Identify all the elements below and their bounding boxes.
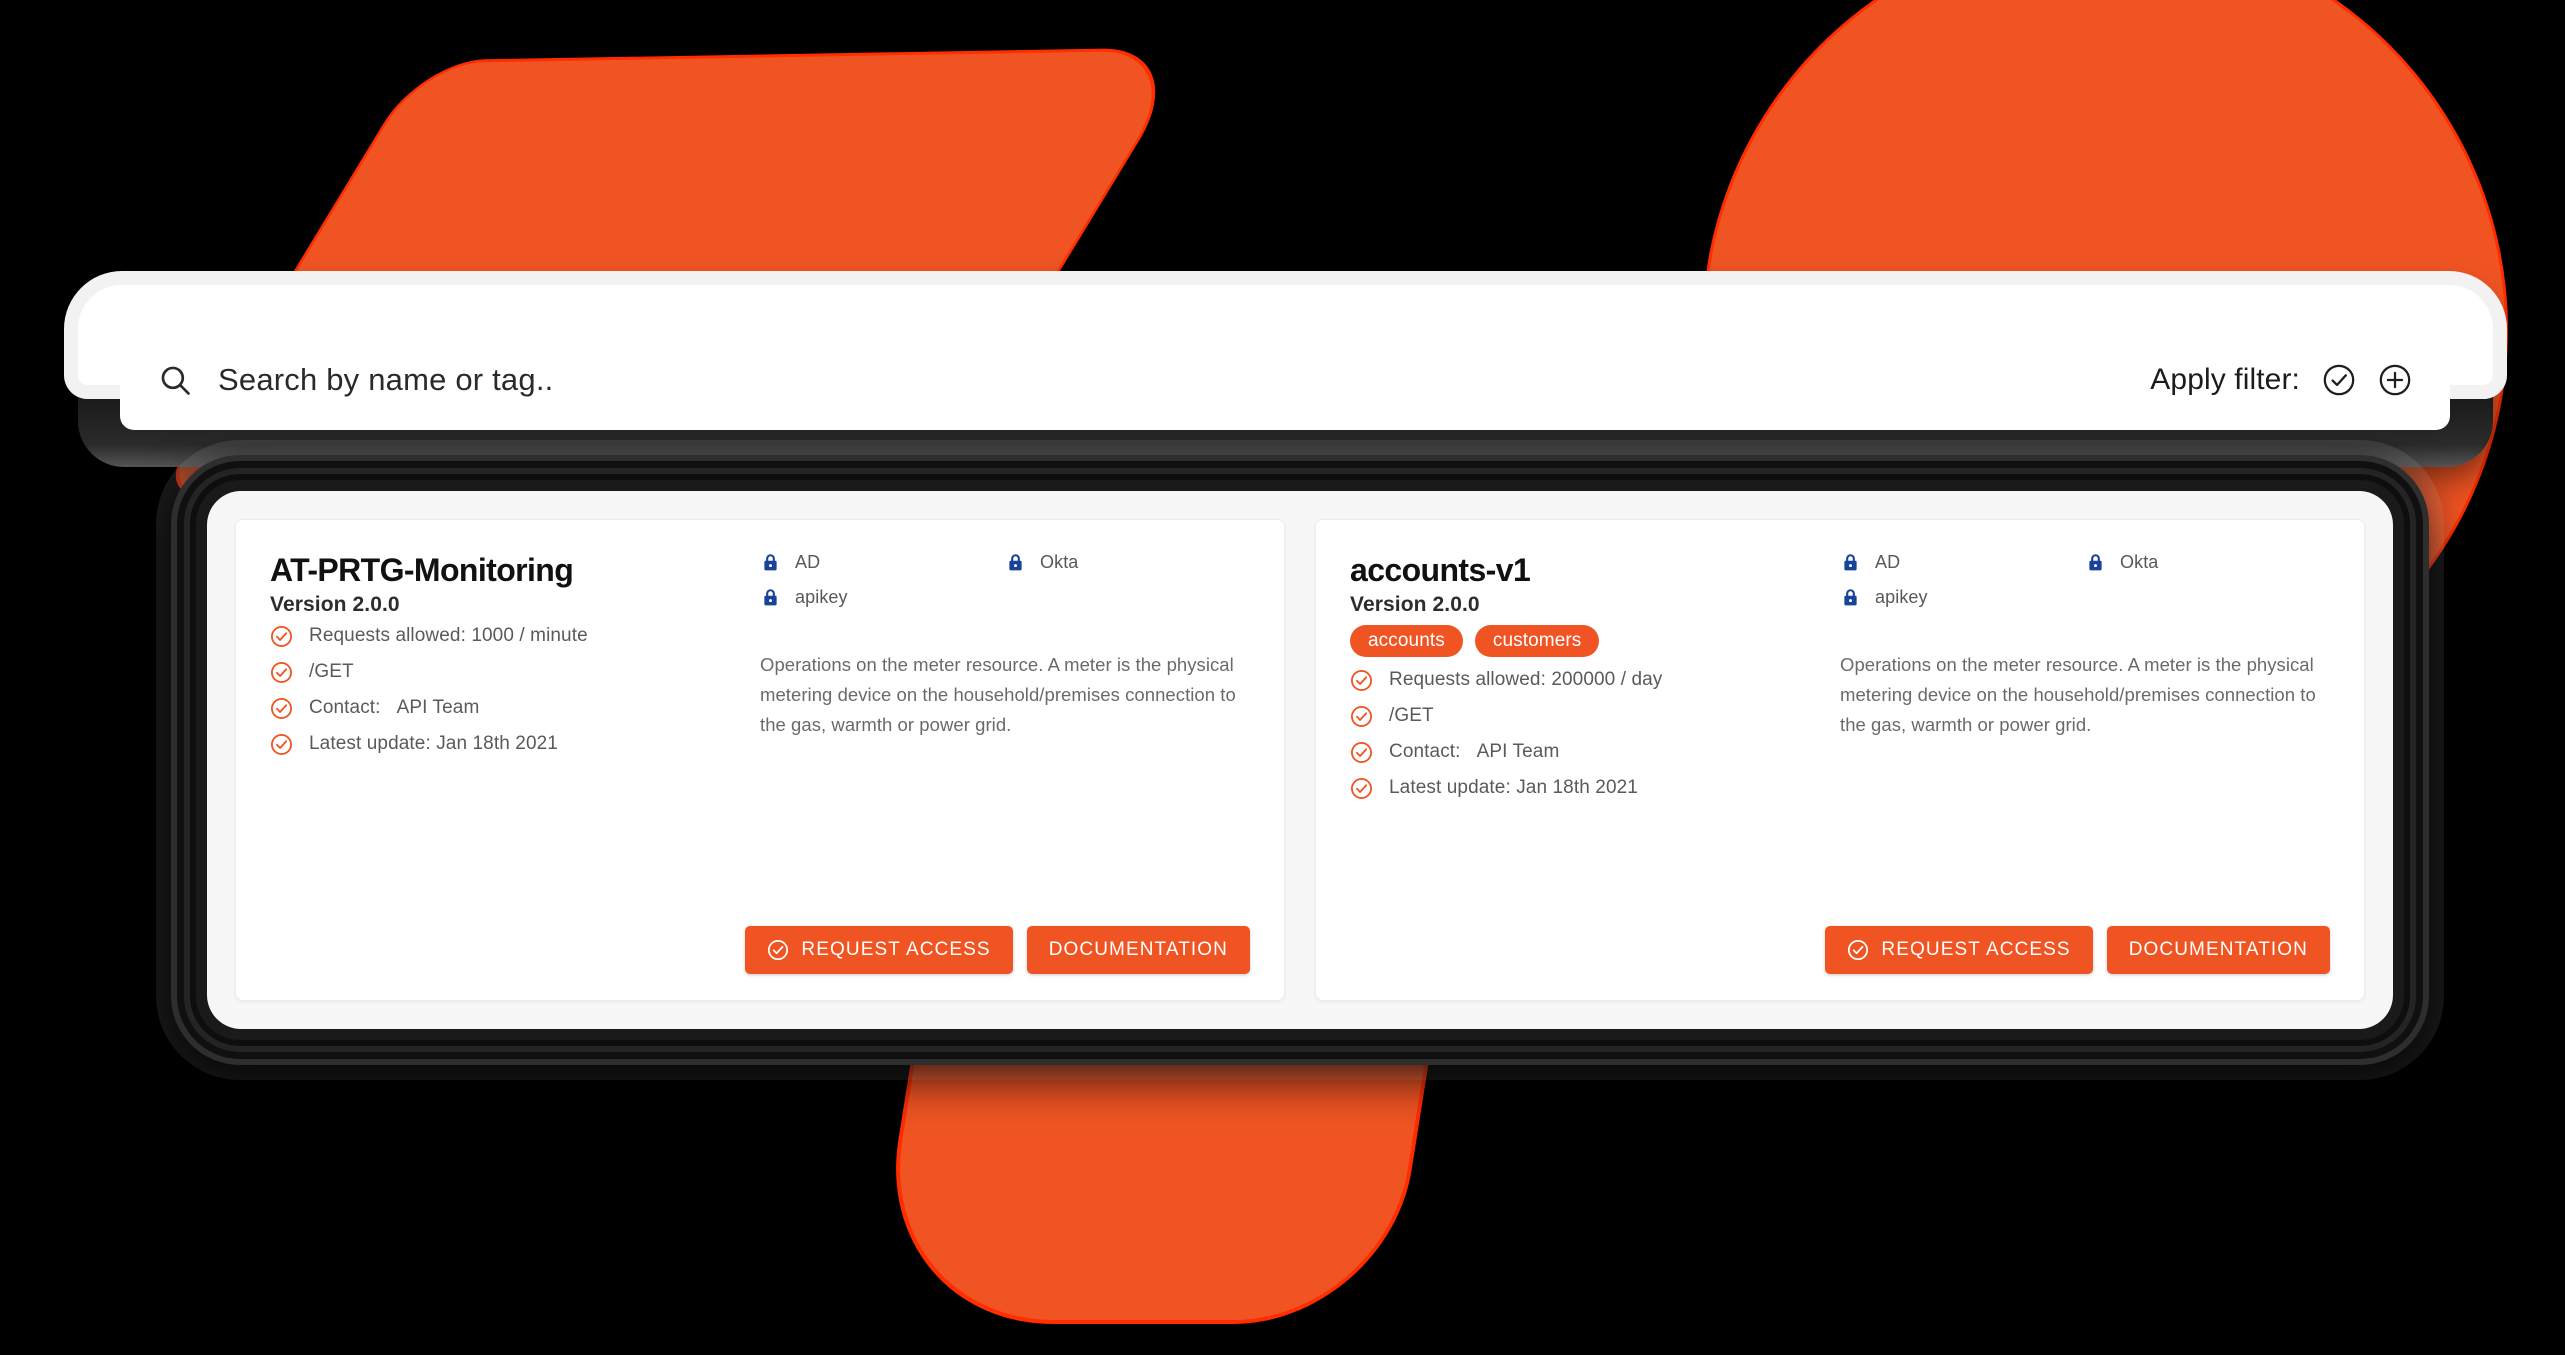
api-auth-item: Okta — [1005, 552, 1250, 573]
lock-icon — [760, 552, 781, 573]
filter-group: Apply filter: — [2150, 363, 2412, 397]
api-auth-label: apikey — [795, 587, 848, 607]
api-auth-label: AD — [795, 552, 821, 572]
api-auth-item: apikey — [760, 587, 1005, 608]
api-card-left: AT-PRTG-Monitoring Version 2.0.0 Request… — [270, 552, 760, 908]
api-update-row: Latest update: Jan 18th 2021 — [270, 733, 750, 756]
api-auth-item: apikey — [1840, 587, 2085, 608]
search-bar[interactable]: Apply filter: — [120, 330, 2450, 430]
api-auth-label: Okta — [2120, 552, 2159, 572]
api-description: Operations on the meter resource. A mete… — [760, 654, 1236, 735]
api-description: Operations on the meter resource. A mete… — [1840, 654, 2316, 735]
documentation-label: DOCUMENTATION — [1048, 939, 1228, 960]
api-title: accounts-v1 — [1350, 552, 1531, 588]
api-version: Version 2.0.0 — [270, 592, 400, 616]
check-circle-icon — [270, 697, 293, 720]
api-auth-label: Okta — [1040, 552, 1079, 572]
api-update-row: Latest update: Jan 18th 2021 — [1350, 777, 1830, 800]
request-access-label: REQUEST ACCESS — [1881, 939, 2071, 960]
api-tag[interactable]: customers — [1474, 624, 1600, 657]
api-feature-row: /GET — [1350, 705, 1830, 728]
lock-icon — [2085, 552, 2106, 573]
api-feature-label: /GET — [309, 661, 354, 683]
api-feature-label: Requests allowed: 1000 / minute — [309, 625, 588, 647]
api-auth-item: AD — [1840, 552, 2085, 573]
api-contact-row: Contact: API Team — [1350, 741, 1830, 764]
api-card-left: accounts-v1 Version 2.0.0 accounts custo… — [1350, 552, 1840, 908]
api-card-actions: REQUEST ACCESS DOCUMENTATION — [270, 908, 1250, 974]
api-card-top: AT-PRTG-Monitoring Version 2.0.0 Request… — [270, 552, 1250, 908]
check-circle-icon[interactable] — [2322, 363, 2356, 397]
lock-icon — [1005, 552, 1026, 573]
api-contact-value: API Team — [396, 697, 480, 719]
check-circle-icon — [1350, 777, 1373, 800]
documentation-button[interactable]: DOCUMENTATION — [2106, 926, 2330, 974]
check-circle-icon — [1847, 939, 1869, 961]
api-tag[interactable]: accounts — [1350, 624, 1463, 657]
api-results-panel: AT-PRTG-Monitoring Version 2.0.0 Request… — [207, 491, 2393, 1029]
lock-icon — [1840, 552, 1861, 573]
check-circle-icon — [270, 661, 293, 684]
check-circle-icon — [1350, 705, 1373, 728]
api-card[interactable]: AT-PRTG-Monitoring Version 2.0.0 Request… — [235, 519, 1285, 1001]
api-feature-row: /GET — [270, 661, 750, 684]
check-circle-icon — [767, 939, 789, 961]
plus-circle-icon[interactable] — [2378, 363, 2412, 397]
apply-filter-label: Apply filter: — [2150, 363, 2300, 396]
api-update-label: Latest update: Jan 18th 2021 — [1389, 777, 1638, 799]
api-feature-row: Requests allowed: 200000 / day — [1350, 669, 1830, 692]
api-auth-item: AD — [760, 552, 1005, 573]
request-access-label: REQUEST ACCESS — [801, 939, 991, 960]
api-contact-row: Contact: API Team — [270, 697, 750, 720]
search-icon — [158, 363, 192, 397]
api-auth-label: apikey — [1875, 587, 1928, 607]
api-feature-list: Requests allowed: 1000 / minute /GET Con… — [270, 625, 750, 756]
api-card[interactable]: accounts-v1 Version 2.0.0 accounts custo… — [1315, 519, 2365, 1001]
api-auth-label: AD — [1875, 552, 1901, 572]
api-feature-row: Requests allowed: 1000 / minute — [270, 625, 750, 648]
api-auth-list: AD Okta apikey — [760, 552, 1250, 622]
check-circle-icon — [270, 625, 293, 648]
api-title: AT-PRTG-Monitoring — [270, 552, 574, 588]
api-auth-list: AD Okta apikey — [1840, 552, 2330, 622]
api-feature-label: Requests allowed: 200000 / day — [1389, 669, 1663, 691]
api-contact-label: Contact: — [1389, 741, 1461, 763]
request-access-button[interactable]: REQUEST ACCESS — [1825, 926, 2093, 974]
search-input[interactable] — [216, 361, 2151, 399]
api-card-right: AD Okta apikey Operations on the meter r… — [1840, 552, 2330, 908]
api-feature-label: /GET — [1389, 705, 1434, 727]
api-feature-list: Requests allowed: 200000 / day /GET Cont… — [1350, 669, 1830, 800]
api-auth-item: Okta — [2085, 552, 2330, 573]
lock-icon — [760, 587, 781, 608]
api-tag-list: accounts customers — [1350, 624, 1830, 657]
documentation-label: DOCUMENTATION — [2128, 939, 2308, 960]
check-circle-icon — [1350, 669, 1373, 692]
api-card-actions: REQUEST ACCESS DOCUMENTATION — [1350, 908, 2330, 974]
request-access-button[interactable]: REQUEST ACCESS — [745, 926, 1013, 974]
check-circle-icon — [270, 733, 293, 756]
documentation-button[interactable]: DOCUMENTATION — [1026, 926, 1250, 974]
api-contact-value: API Team — [1476, 741, 1560, 763]
check-circle-icon — [1350, 741, 1373, 764]
lock-icon — [1840, 587, 1861, 608]
api-version: Version 2.0.0 — [1350, 592, 1480, 616]
api-contact-label: Contact: — [309, 697, 381, 719]
api-update-label: Latest update: Jan 18th 2021 — [309, 733, 558, 755]
api-card-right: AD Okta apikey Operations on the meter r… — [760, 552, 1250, 908]
api-card-top: accounts-v1 Version 2.0.0 accounts custo… — [1350, 552, 2330, 908]
